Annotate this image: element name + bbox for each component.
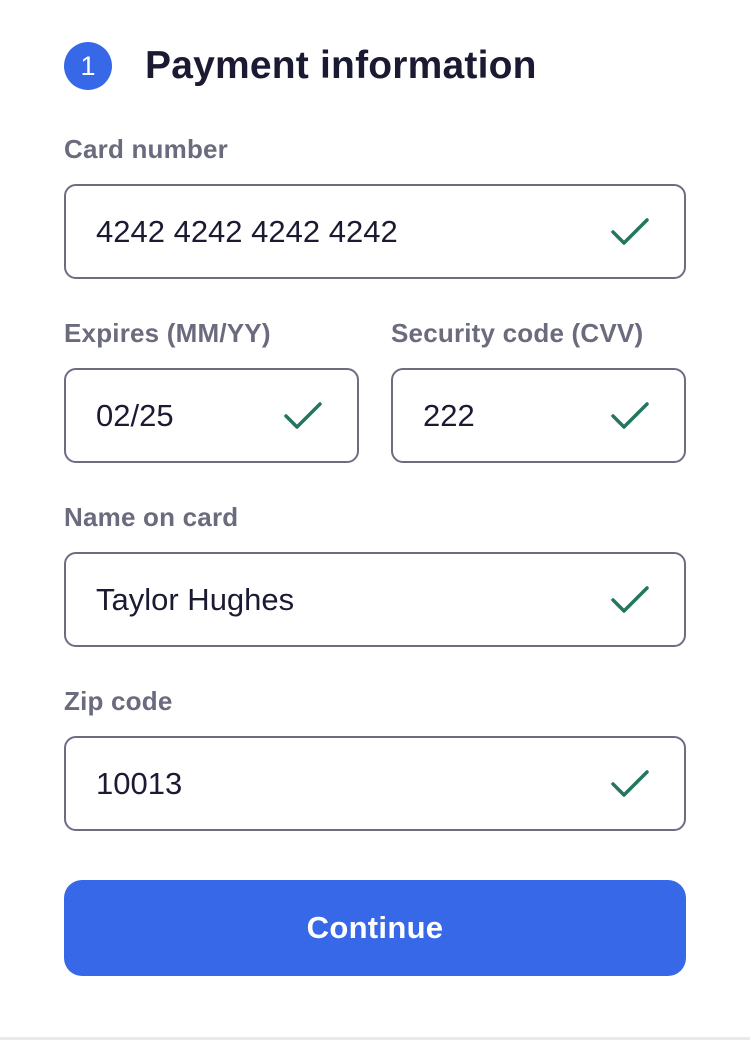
expires-field[interactable]: 02/25 — [64, 368, 359, 463]
section-header: 1 Payment information — [64, 42, 537, 90]
payment-form: 1 Payment information Card number 4242 4… — [0, 0, 750, 1040]
checkmark-icon — [610, 769, 650, 799]
expires-value[interactable]: 02/25 — [96, 398, 283, 434]
cvv-label: Security code (CVV) — [391, 318, 644, 348]
cvv-value[interactable]: 222 — [423, 398, 610, 434]
name-on-card-label: Name on card — [64, 502, 239, 532]
checkmark-icon — [610, 401, 650, 431]
page-title: Payment information — [145, 44, 537, 87]
expires-label: Expires (MM/YY) — [64, 318, 271, 348]
card-number-field[interactable]: 4242 4242 4242 4242 — [64, 184, 686, 279]
checkmark-icon — [610, 217, 650, 247]
cvv-field[interactable]: 222 — [391, 368, 686, 463]
card-number-value[interactable]: 4242 4242 4242 4242 — [96, 214, 610, 250]
checkmark-icon — [610, 585, 650, 615]
card-number-label: Card number — [64, 134, 229, 164]
zip-code-value[interactable]: 10013 — [96, 766, 610, 802]
name-on-card-field[interactable]: Taylor Hughes — [64, 552, 686, 647]
continue-button[interactable]: Continue — [64, 880, 686, 976]
checkmark-icon — [283, 401, 323, 431]
name-on-card-value[interactable]: Taylor Hughes — [96, 582, 610, 618]
zip-code-field[interactable]: 10013 — [64, 736, 686, 831]
step-number-badge: 1 — [64, 42, 112, 90]
zip-code-label: Zip code — [64, 686, 173, 716]
